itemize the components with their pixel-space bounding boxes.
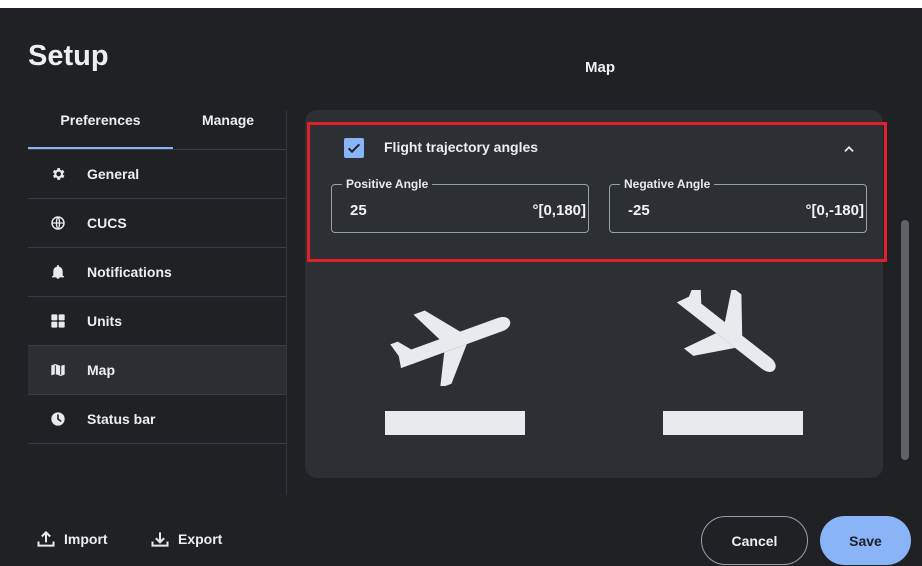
sidebar-item-map[interactable]: Map	[28, 346, 286, 395]
sidebar-item-general[interactable]: General	[28, 150, 286, 199]
sidebar-item-label: Notifications	[87, 264, 172, 280]
scrollbar-thumb[interactable]	[901, 220, 909, 460]
sidebar-item-label: CUCS	[87, 215, 127, 231]
sidebar-item-label: Map	[87, 362, 115, 378]
sidebar-item-label: General	[87, 166, 140, 182]
tab-preferences[interactable]: Preferences	[28, 104, 173, 150]
sidebar-tabs: Preferences Manage	[28, 104, 286, 150]
download-icon	[150, 529, 170, 549]
grid-icon	[50, 313, 66, 329]
bell-icon	[50, 264, 66, 280]
export-label: Export	[178, 531, 223, 547]
sidebar-nav: General CUCS Notifications Units Map Sta…	[28, 150, 286, 444]
top-strip	[0, 0, 922, 8]
clock-icon	[50, 411, 66, 427]
map-icon	[50, 362, 66, 378]
import-label: Import	[64, 531, 108, 547]
sidebar-item-cucs[interactable]: CUCS	[28, 199, 286, 248]
sidebar-item-label: Units	[87, 313, 122, 329]
section-title: Map	[585, 59, 615, 76]
takeoff-icon	[390, 310, 511, 386]
takeoff-runway	[385, 411, 525, 435]
sidebar-item-units[interactable]: Units	[28, 297, 286, 346]
landing-runway	[663, 411, 803, 435]
globe-icon	[50, 215, 66, 231]
sidebar-item-status-bar[interactable]: Status bar	[28, 395, 286, 444]
cancel-button[interactable]: Cancel	[701, 516, 808, 565]
export-button[interactable]: Export	[150, 529, 222, 549]
page-title: Setup	[28, 40, 109, 72]
highlight-box	[307, 122, 887, 262]
tab-manage[interactable]: Manage	[183, 104, 273, 150]
save-button[interactable]: Save	[820, 516, 911, 565]
upload-icon	[36, 529, 56, 549]
sidebar-divider	[286, 110, 287, 495]
sidebar-item-label: Status bar	[87, 411, 156, 427]
landing-icon	[676, 290, 776, 372]
scrollbar[interactable]	[898, 220, 912, 460]
gear-icon	[50, 166, 66, 182]
sidebar-item-notifications[interactable]: Notifications	[28, 248, 286, 297]
import-button[interactable]: Import	[36, 529, 108, 549]
